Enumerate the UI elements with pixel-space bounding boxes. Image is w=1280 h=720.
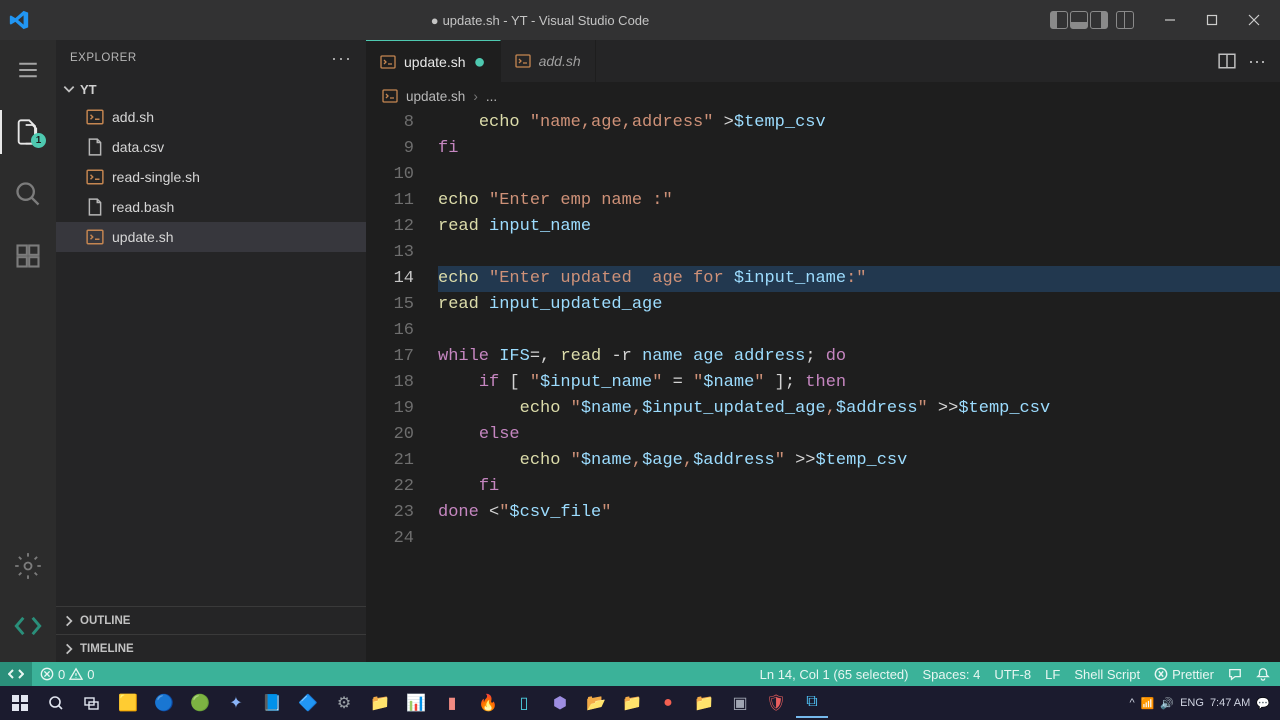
terminal-icon [380, 54, 396, 70]
app-11[interactable]: 🔥 [472, 688, 504, 718]
app-6[interactable]: 🔷 [292, 688, 324, 718]
chevron-right-icon [62, 614, 76, 628]
windows-taskbar: 🟨 🔵 🟢 ✦ 📘 🔷 ⚙ 📁 📊 ▮ 🔥 ▯ ⬢ 📂 📁 ● 📁 ▣ 🛡 ⧉ … [0, 686, 1280, 720]
file-item-read-bash[interactable]: read.bash [56, 192, 366, 222]
feedback-icon[interactable] [1228, 667, 1242, 681]
close-button[interactable] [1236, 6, 1272, 34]
file-item-data-csv[interactable]: data.csv [56, 132, 366, 162]
layout-controls[interactable] [1050, 11, 1134, 29]
bell-icon[interactable] [1256, 667, 1270, 681]
tab-more-icon[interactable]: ··· [1248, 51, 1266, 72]
tray-network-icon[interactable]: 📶 [1141, 697, 1155, 710]
explorer-activity[interactable]: 1 [0, 110, 56, 154]
sidebar: EXPLORER ··· YT add.shdata.csvread-singl… [56, 40, 366, 662]
app-1[interactable]: 🟨 [112, 688, 144, 718]
app-19[interactable]: 🛡 [760, 688, 792, 718]
search-activity[interactable] [0, 172, 56, 216]
app-10[interactable]: ▮ [436, 688, 468, 718]
notifications-icon[interactable]: 💬 [1256, 697, 1270, 710]
app-9[interactable]: 📊 [400, 688, 432, 718]
extensions-activity[interactable] [0, 234, 56, 278]
tabs-row: update.sh●add.sh ··· [366, 40, 1280, 82]
dirty-dot-icon: ● [474, 58, 486, 66]
app-4[interactable]: ✦ [220, 688, 252, 718]
remote-indicator[interactable] [0, 662, 32, 686]
tray-language[interactable]: ENG [1180, 697, 1204, 709]
search-taskbar[interactable] [40, 688, 72, 718]
app-15[interactable]: 📁 [616, 688, 648, 718]
app-3[interactable]: 🟢 [184, 688, 216, 718]
minimize-button[interactable] [1152, 6, 1188, 34]
tray-chevron-icon[interactable]: ^ [1130, 697, 1135, 709]
app-13[interactable]: ⬢ [544, 688, 576, 718]
clock[interactable]: 7:47 AM [1210, 697, 1250, 710]
terminal-icon [382, 88, 398, 104]
file-icon [86, 108, 104, 126]
eol-status[interactable]: LF [1045, 667, 1060, 682]
file-icon [86, 168, 104, 186]
app-12[interactable]: ▯ [508, 688, 540, 718]
problems-status[interactable]: 0 0 [40, 667, 94, 682]
task-view[interactable] [76, 688, 108, 718]
app-5[interactable]: 📘 [256, 688, 288, 718]
dirty-indicator: ● [431, 13, 439, 28]
vscode-taskbar[interactable]: ⧉ [796, 688, 828, 718]
app-16[interactable]: ● [652, 688, 684, 718]
file-item-update-sh[interactable]: update.sh [56, 222, 366, 252]
cursor-position[interactable]: Ln 14, Col 1 (65 selected) [760, 667, 909, 682]
file-item-add-sh[interactable]: add.sh [56, 102, 366, 132]
code-editor[interactable]: 89101112131415161718192021222324 echo "n… [366, 110, 1280, 662]
title-bar: ● update.sh - YT - Visual Studio Code [0, 0, 1280, 40]
file-icon [86, 138, 104, 156]
tab-update-sh[interactable]: update.sh● [366, 40, 501, 82]
remote-activity[interactable] [0, 604, 56, 648]
app-14[interactable]: 📂 [580, 688, 612, 718]
file-item-read-single-sh[interactable]: read-single.sh [56, 162, 366, 192]
language-status[interactable]: Shell Script [1074, 667, 1140, 682]
status-bar: 0 0 Ln 14, Col 1 (65 selected) Spaces: 4… [0, 662, 1280, 686]
app-17[interactable]: 📁 [688, 688, 720, 718]
editor-area: update.sh●add.sh ··· update.sh › ... 891… [366, 40, 1280, 662]
file-icon [86, 198, 104, 216]
chevron-down-icon [62, 82, 76, 96]
vscode-logo [8, 9, 30, 31]
app-18[interactable]: ▣ [724, 688, 756, 718]
explorer-badge: 1 [31, 133, 46, 148]
split-editor-icon[interactable] [1218, 52, 1236, 70]
timeline-section[interactable]: TIMELINE [56, 634, 366, 662]
start-button[interactable] [4, 688, 36, 718]
outline-section[interactable]: OUTLINE [56, 606, 366, 634]
maximize-button[interactable] [1194, 6, 1230, 34]
tray-volume-icon[interactable]: 🔊 [1160, 697, 1174, 710]
settings-activity[interactable] [0, 544, 56, 588]
app-2[interactable]: 🔵 [148, 688, 180, 718]
tab-add-sh[interactable]: add.sh [501, 40, 596, 82]
folder-root[interactable]: YT [56, 76, 366, 102]
breadcrumb[interactable]: update.sh › ... [366, 82, 1280, 110]
explorer-more-icon[interactable]: ··· [331, 48, 352, 69]
activity-bar: 1 [0, 40, 56, 662]
indent-status[interactable]: Spaces: 4 [923, 667, 981, 682]
prettier-status[interactable]: Prettier [1154, 667, 1214, 682]
explorer-header: EXPLORER ··· [56, 40, 366, 76]
encoding-status[interactable]: UTF-8 [994, 667, 1031, 682]
terminal-icon [515, 53, 531, 69]
window-title: ● update.sh - YT - Visual Studio Code [431, 13, 650, 28]
app-menu-button[interactable] [0, 48, 56, 92]
chevron-right-icon [62, 642, 76, 656]
app-7[interactable]: ⚙ [328, 688, 360, 718]
app-8[interactable]: 📁 [364, 688, 396, 718]
file-icon [86, 228, 104, 246]
